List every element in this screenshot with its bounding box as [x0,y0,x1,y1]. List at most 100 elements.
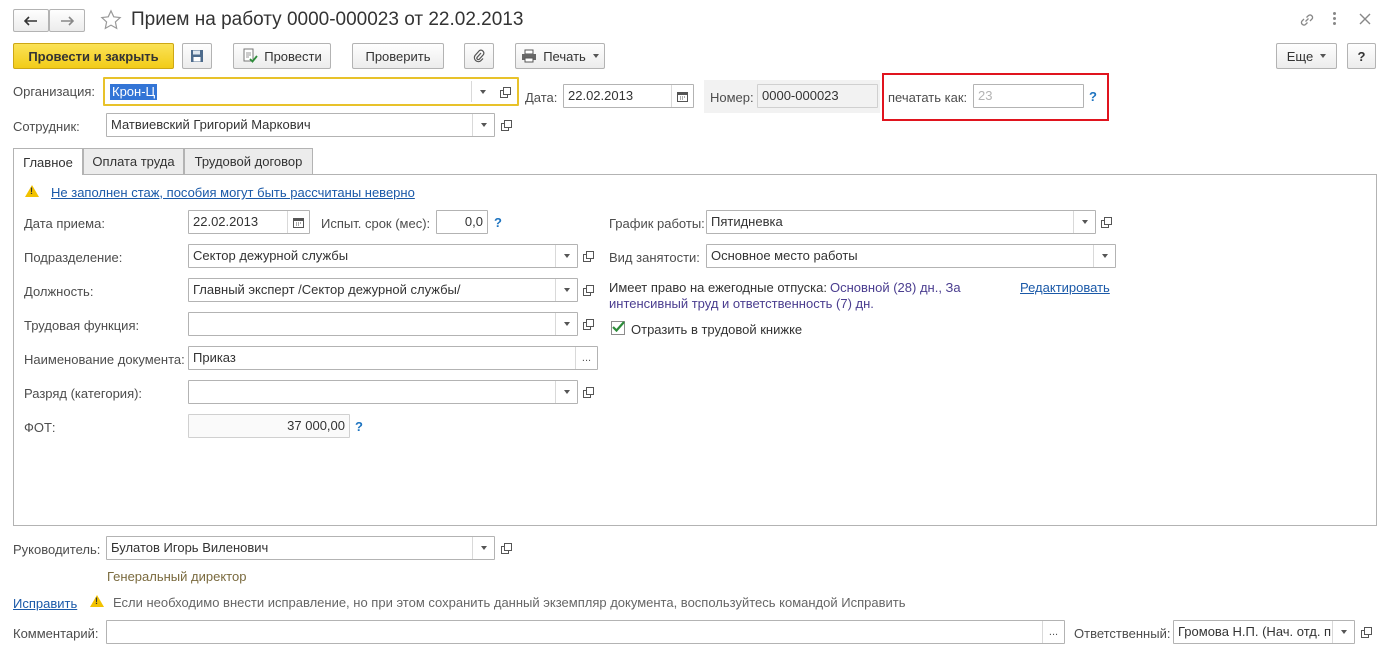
department-open-button[interactable] [578,244,598,268]
manager-field[interactable]: Булатов Игорь Виленович [106,536,495,560]
print-button-label: Печать [543,48,586,64]
experience-warning-link[interactable]: Не заполнен стаж, пособия могут быть рас… [51,185,415,200]
calendar-button[interactable] [671,85,693,107]
department-field[interactable]: Сектор дежурной службы [188,244,578,268]
organization-open-button[interactable] [495,80,515,104]
labor-function-label: Трудовая функция: [24,318,140,333]
comment-edit-button[interactable]: ... [1042,621,1064,643]
open-form-icon [583,387,594,398]
fix-link[interactable]: Исправить [13,596,77,611]
post-button[interactable]: Провести [233,43,331,69]
post-and-close-button[interactable]: Провести и закрыть [13,43,174,69]
save-button[interactable] [182,43,212,69]
close-icon[interactable] [1359,13,1371,28]
calendar-icon [293,217,304,228]
open-form-icon [1101,217,1112,228]
employment-field[interactable]: Основное место работы [706,244,1116,268]
probation-label: Испыт. срок (мес): [321,216,431,231]
open-form-icon [1361,627,1372,638]
responsible-open-button[interactable] [1356,620,1376,644]
doc-name-field[interactable]: Приказ ... [188,346,598,370]
ellipsis-icon: ... [581,352,592,364]
check-button[interactable]: Проверить [352,43,444,69]
employee-field[interactable]: Матвиевский Григорий Маркович [106,113,495,137]
hire-date-field[interactable]: 22.02.2013 [188,210,310,234]
tab-labor-contract[interactable]: Трудовой договор [184,148,313,174]
schedule-open-button[interactable] [1096,210,1116,234]
position-field[interactable]: Главный эксперт /Сектор дежурной службы/ [188,278,578,302]
organization-value: Крон-Ц [110,84,158,100]
schedule-dropdown[interactable] [1073,211,1095,233]
doc-name-label: Наименование документа: [24,352,185,367]
probation-field[interactable]: 0,0 [436,210,488,234]
fix-note: Если необходимо внести исправление, но п… [113,595,906,610]
print-as-help-icon[interactable]: ? [1089,89,1097,104]
schedule-label: График работы: [609,216,705,231]
employee-open-button[interactable] [496,113,516,137]
attach-button[interactable] [464,43,494,69]
grade-open-button[interactable] [578,380,598,404]
doc-name-select-button[interactable]: ... [575,347,597,369]
edit-vacation-link[interactable]: Редактировать [1020,280,1110,295]
open-form-icon [583,319,594,330]
tab-payment[interactable]: Оплата труда [83,148,184,174]
labor-function-open-button[interactable] [578,312,598,336]
paperclip-icon [473,49,485,63]
number-field[interactable]: 0000-000023 [757,84,878,108]
position-open-button[interactable] [578,278,598,302]
labor-function-dropdown[interactable] [555,313,577,335]
probation-value: 0,0 [464,214,483,229]
fot-field[interactable]: 37 000,00 [188,414,350,438]
open-form-icon [501,543,512,554]
chevron-down-icon [592,54,599,58]
workbook-checkbox[interactable] [611,321,625,335]
position-dropdown[interactable] [555,279,577,301]
arrow-right-icon [61,15,74,26]
number-value: 0000-000023 [762,88,839,103]
ellipsis-icon: ... [1048,626,1059,638]
calendar-icon [677,91,688,102]
forward-button[interactable] [49,9,85,32]
link-icon[interactable] [1299,12,1315,31]
chevron-down-icon [1340,630,1347,634]
favorite-star-icon[interactable] [100,9,122,34]
more-vertical-icon[interactable] [1331,11,1337,29]
organization-dropdown[interactable] [471,81,493,102]
chevron-down-icon [1081,220,1088,224]
back-button[interactable] [13,9,49,32]
schedule-field[interactable]: Пятидневка [706,210,1096,234]
print-as-label: печатать как: [888,90,968,105]
date-field[interactable]: 22.02.2013 [563,84,694,108]
chevron-down-icon [480,123,487,127]
print-button[interactable]: Печать [515,43,605,69]
hire-date-value: 22.02.2013 [193,214,259,229]
responsible-value: Громова Н.П. (Нач. отд. п [1178,624,1332,639]
organization-field[interactable]: Крон-Ц [103,77,519,106]
comment-field[interactable]: ... [106,620,1065,644]
manager-open-button[interactable] [496,536,516,560]
floppy-disk-icon [191,50,203,62]
workbook-label: Отразить в трудовой книжке [631,322,803,337]
vacation-value-line2: интенсивный труд и ответственность (7) д… [609,296,874,311]
responsible-field[interactable]: Громова Н.П. (Нач. отд. п [1173,620,1355,644]
help-button[interactable]: ? [1347,43,1376,69]
tab-main[interactable]: Главное [13,148,83,175]
warning-icon [25,185,39,197]
grade-dropdown[interactable] [555,381,577,403]
department-dropdown[interactable] [555,245,577,267]
grade-field[interactable] [188,380,578,404]
grade-label: Разряд (категория): [24,386,143,401]
responsible-dropdown[interactable] [1332,621,1354,643]
probation-help-icon[interactable]: ? [494,215,502,230]
employee-dropdown[interactable] [472,114,494,136]
print-as-field[interactable]: 23 [973,84,1084,108]
chevron-down-icon [479,89,486,94]
fot-help-icon[interactable]: ? [355,419,363,434]
manager-dropdown[interactable] [472,537,494,559]
date-label: Дата: [525,90,558,105]
labor-function-field[interactable] [188,312,578,336]
post-button-label: Провести [264,48,322,64]
employment-dropdown[interactable] [1093,245,1115,267]
hire-date-calendar-button[interactable] [287,211,309,233]
more-button[interactable]: Еще [1276,43,1337,69]
